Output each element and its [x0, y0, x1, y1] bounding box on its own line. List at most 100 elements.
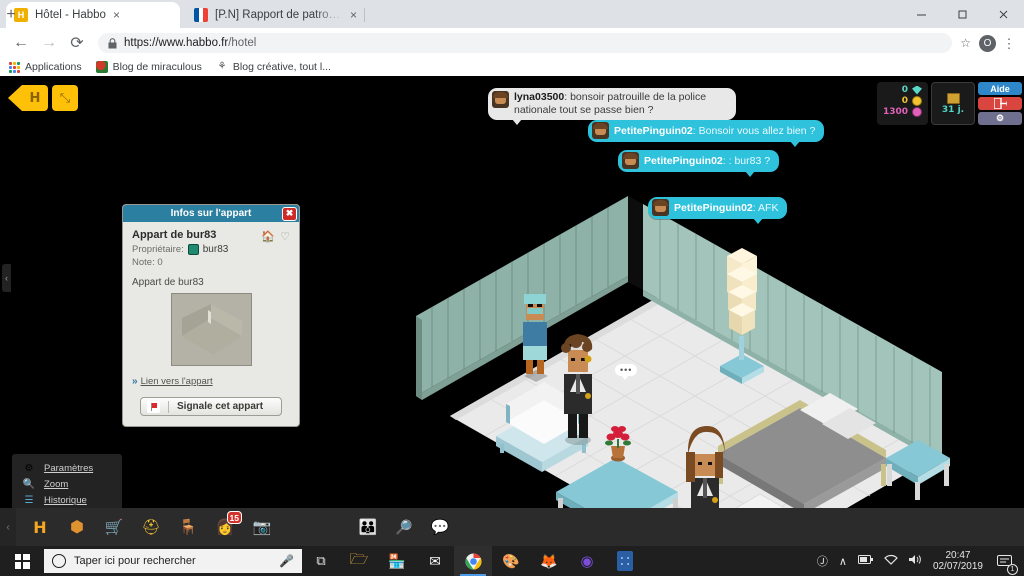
diamonds-row: 0	[902, 85, 922, 95]
chat-bubble-3: PetitePinguin02: AFK	[648, 197, 788, 224]
battery-icon[interactable]	[857, 555, 873, 567]
exit-button[interactable]	[978, 97, 1022, 110]
window-controls	[901, 0, 1024, 28]
context-item-historique[interactable]: ☰ Historique	[12, 492, 122, 508]
people-icon[interactable]: Ⓙ	[817, 553, 828, 569]
report-label: Signale cet appart	[177, 401, 264, 412]
back-button[interactable]: ←	[8, 30, 34, 56]
search-glyph: 🔎	[395, 518, 413, 535]
home-icon[interactable]: 🏠	[261, 230, 275, 243]
habbo-toolbar: ‹ H ⬢ 🛒 ⛑ 🪑 👩 15 📷 👪 🔎 💬 ‹ aziama	[0, 508, 1024, 546]
context-menu-collapse[interactable]: ‹	[2, 264, 11, 292]
close-icon[interactable]	[983, 0, 1024, 28]
furniture-glyph: 🪑	[178, 519, 198, 536]
bookmark-applications[interactable]: Applications	[9, 61, 82, 73]
catalogue-icon[interactable]: 🛒	[100, 513, 128, 541]
volume-icon[interactable]	[908, 554, 922, 568]
tab-close-icon[interactable]: ×	[113, 9, 120, 21]
maximize-icon[interactable]	[942, 0, 983, 28]
address-bar[interactable]: https://www.habbo.fr/hotel	[98, 33, 953, 53]
reload-button[interactable]: ⟳	[64, 30, 90, 56]
task-view-glyph: ⧉	[316, 553, 326, 568]
browser-tab-habbo[interactable]: H Hôtel - Habbo ×	[6, 2, 180, 28]
help-button[interactable]: Aide	[978, 82, 1022, 95]
fullscreen-button[interactable]: ⤡	[52, 85, 78, 111]
hc-box-icon	[946, 92, 960, 104]
search-friend-icon[interactable]: 🔎	[390, 513, 418, 541]
friends-icon[interactable]: 👪	[354, 513, 382, 541]
bookmarks-bar: Applications Blog de miraculous ⚘ Blog c…	[0, 58, 1024, 76]
coins-row: 0	[902, 96, 922, 106]
room-owner: Propriétaire: bur83	[132, 244, 290, 255]
new-tab-button[interactable]: +	[0, 4, 22, 26]
firefox-glyph: 🦊	[540, 552, 558, 569]
inventory-icon[interactable]: ⬢	[63, 513, 91, 541]
action-center-icon[interactable]: 1	[994, 550, 1018, 575]
room-info-panel[interactable]: Infos sur l'appart ✖ 🏠 ♡ Appart de bur83…	[122, 204, 300, 427]
forward-button[interactable]: →	[36, 30, 62, 56]
hud-buttons: Aide ⚙	[978, 82, 1024, 125]
context-item-parametres[interactable]: ⚙ Paramètres	[12, 460, 122, 476]
club-days-block[interactable]: 31 j.	[931, 82, 975, 125]
wifi-icon[interactable]	[884, 554, 898, 568]
toolbar-collapse-button[interactable]: ‹	[0, 508, 16, 546]
bookmark-creative[interactable]: ⚘ Blog créative, tout l...	[216, 61, 331, 73]
habbo-logo-icon[interactable]: H	[26, 513, 54, 541]
room-rating: Note: 0	[132, 257, 290, 268]
habbo-home-button[interactable]: H	[22, 85, 48, 111]
clock-date: 02/07/2019	[932, 561, 983, 572]
toolbar-mid-icons: 👪 🔎 💬	[354, 513, 454, 541]
chrome-menu-icon[interactable]: ⋮	[1002, 37, 1016, 50]
context-item-zoom[interactable]: 🔍 Zoom	[12, 476, 122, 492]
bookmark-miraculous[interactable]: Blog de miraculous	[95, 61, 202, 73]
paint-net-icon[interactable]: 🎨	[492, 546, 530, 576]
back-arrow-icon[interactable]	[8, 85, 22, 111]
settings-button[interactable]: ⚙	[978, 112, 1022, 125]
avatar-icon[interactable]: 👩 15	[211, 511, 242, 541]
paint-glyph: 🎨	[502, 552, 520, 569]
minimize-icon[interactable]	[901, 0, 942, 28]
zoom-icon: 🔍	[22, 478, 36, 490]
room-description: Appart de bur83	[132, 277, 204, 288]
inventory-glyph: ⬢	[70, 519, 84, 536]
browser-chrome: H Hôtel - Habbo × [P.N] Rapport de patro…	[0, 0, 1024, 76]
tab-close-icon[interactable]: ×	[350, 9, 357, 21]
room-thumbnail	[170, 293, 252, 366]
notification-badge: 15	[226, 511, 242, 524]
camera-icon[interactable]: 📷	[248, 513, 276, 541]
app-icon[interactable]: ∷	[606, 546, 644, 576]
start-button[interactable]	[0, 546, 44, 576]
avast-icon[interactable]: ◉	[568, 546, 606, 576]
room-link-row[interactable]: » Lien vers l'appart	[132, 376, 290, 387]
builders-club-icon[interactable]: ⛑	[137, 513, 165, 541]
mail-icon[interactable]: ✉	[416, 546, 454, 576]
currency-block[interactable]: 0 0 1300	[876, 82, 928, 125]
clock[interactable]: 20:47 02/07/2019	[933, 550, 983, 572]
avatar-face-icon	[622, 152, 639, 169]
tab-strip: H Hôtel - Habbo × [P.N] Rapport de patro…	[0, 0, 1024, 28]
miraculous-icon	[95, 61, 108, 73]
lock-icon	[108, 37, 117, 48]
chrome-icon[interactable]	[454, 546, 492, 576]
bookmark-star-icon[interactable]: ☆	[960, 36, 971, 50]
firefox-icon[interactable]: 🦊	[530, 546, 568, 576]
owner-name: bur83	[202, 244, 229, 255]
close-icon[interactable]: ✖	[282, 206, 297, 221]
france-flag-favicon-icon	[194, 8, 208, 22]
chat-icon[interactable]: 💬	[426, 513, 454, 541]
furniture-icon[interactable]: 🪑	[174, 513, 202, 541]
heart-icon[interactable]: ♡	[280, 230, 290, 243]
room-link[interactable]: Lien vers l'appart	[141, 376, 213, 387]
task-view-icon[interactable]: ⧉	[302, 546, 340, 576]
microphone-icon[interactable]: 🎤	[279, 554, 294, 568]
panel-title: Infos sur l'appart	[170, 208, 252, 219]
microsoft-store-icon[interactable]: 🏪	[378, 546, 416, 576]
game-stage[interactable]: H ⤡ ••• lyna03500: bonsoir patrouille de…	[0, 76, 1024, 546]
habbo-room[interactable]: •••	[330, 196, 970, 546]
taskbar-search[interactable]: Taper ici pour rechercher 🎤	[44, 549, 302, 573]
chevron-up-icon[interactable]: ∧	[839, 555, 847, 568]
profile-avatar[interactable]: O	[979, 34, 996, 52]
file-explorer-icon[interactable]: 🗁	[340, 546, 378, 576]
report-room-button[interactable]: Signale cet appart	[140, 397, 282, 416]
browser-tab-rapport[interactable]: [P.N] Rapport de patrouilles de P ×	[186, 2, 368, 28]
